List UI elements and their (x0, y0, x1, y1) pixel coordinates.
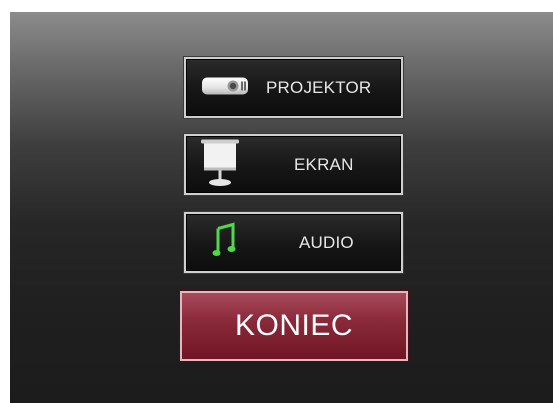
projector-button[interactable]: PROJEKTOR (184, 57, 403, 118)
screen-label: EKRAN (294, 154, 354, 174)
exit-button[interactable]: KONIEC (180, 291, 408, 361)
audio-label: AUDIO (299, 232, 354, 252)
control-panel: PROJEKTOR EKRAN AUDIO KONIEC (10, 12, 553, 403)
exit-label: KONIEC (234, 309, 354, 342)
projection-screen-icon (200, 137, 240, 192)
screen-button[interactable]: EKRAN (184, 134, 403, 195)
projector-label: PROJEKTOR (266, 77, 372, 97)
projector-icon (200, 73, 250, 102)
audio-button[interactable]: AUDIO (184, 212, 403, 273)
music-note-icon (212, 222, 236, 263)
